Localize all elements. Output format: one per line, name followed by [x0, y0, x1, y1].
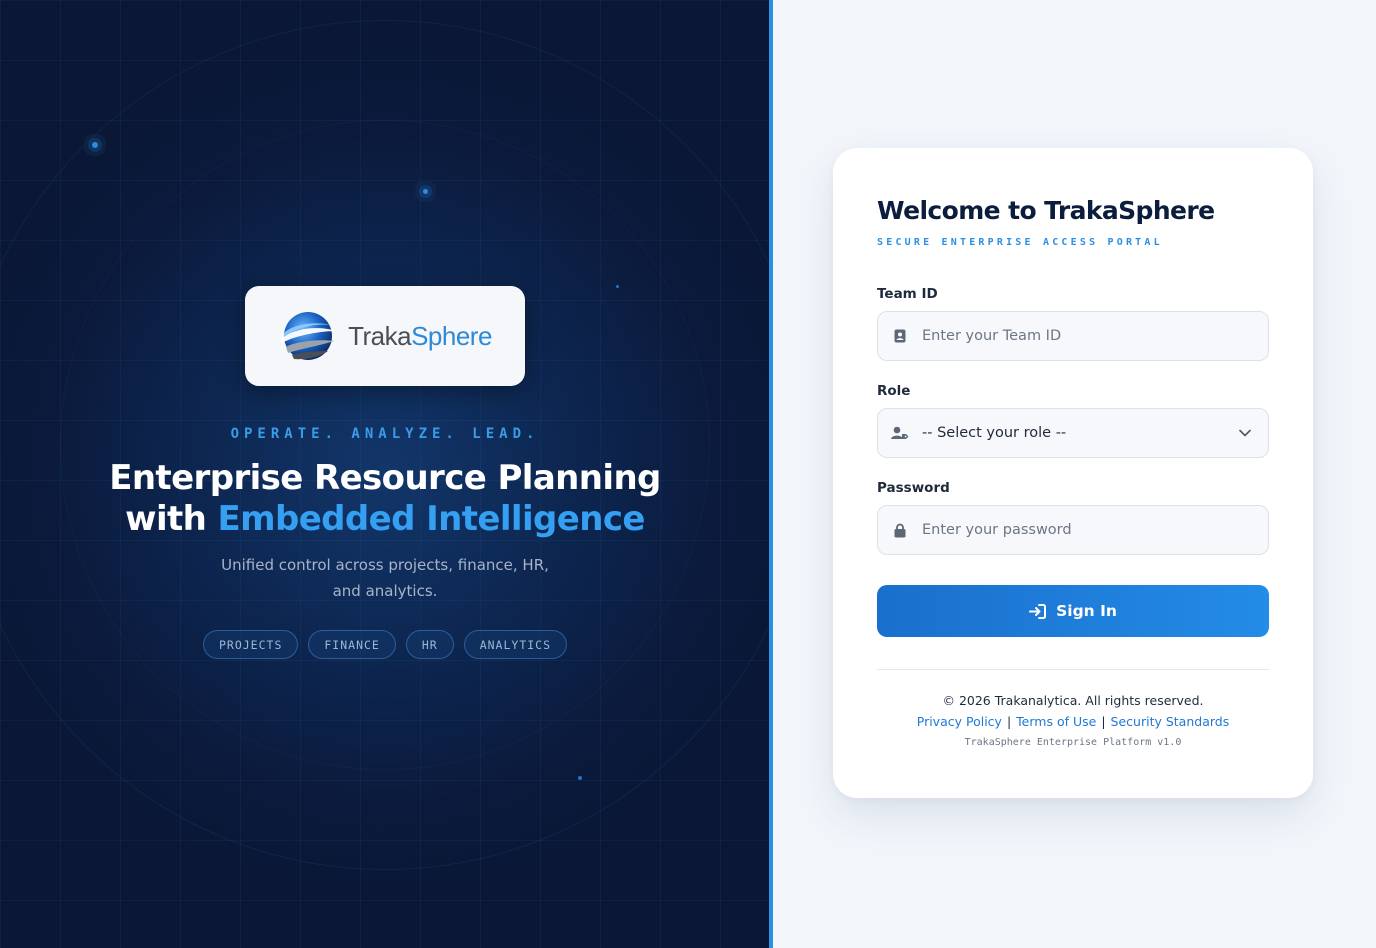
hero-node-dot — [578, 776, 582, 780]
team-id-label: Team ID — [877, 286, 938, 302]
password-input[interactable] — [922, 506, 1268, 554]
password-field[interactable] — [877, 505, 1269, 555]
chip-finance: FINANCE — [308, 630, 396, 659]
team-id-field[interactable] — [877, 311, 1269, 361]
sign-in-label: Sign In — [1056, 602, 1117, 620]
hero-headline-line2: with Embedded Intelligence — [0, 499, 770, 540]
brand-name-part1: Traka — [348, 320, 412, 351]
hero-panel: TrakaSphere OPERATE. ANALYZE. LEAD. Ente… — [0, 0, 770, 948]
chip-analytics: ANALYTICS — [463, 630, 568, 659]
hero-tagline: OPERATE. ANALYZE. LEAD. — [230, 426, 540, 442]
team-id-input[interactable] — [922, 312, 1268, 360]
hero-ring-inner — [60, 120, 710, 770]
hero-feature-chips: PROJECTS FINANCE HR ANALYTICS — [0, 630, 770, 659]
copyright-text: © 2026 Trakanalytica. All rights reserve… — [942, 693, 1204, 708]
chip-hr: HR — [405, 630, 454, 659]
hero-subcopy: Unified control across projects, finance… — [221, 556, 549, 600]
chip-projects: PROJECTS — [202, 630, 299, 659]
panel-divider — [769, 0, 773, 948]
privacy-policy-link[interactable]: Privacy Policy — [917, 714, 1002, 729]
role-label: Role — [877, 383, 911, 399]
hero-node-dot — [423, 189, 428, 194]
role-select[interactable]: -- Select your role -- — [877, 408, 1269, 458]
user-tag-icon — [878, 426, 922, 440]
brand-name-part2: Sphere — [411, 320, 492, 351]
hero-headline-accent: Embedded Intelligence — [217, 499, 646, 539]
platform-version: TrakaSphere Enterprise Platform v1.0 — [964, 737, 1182, 748]
hero-node-dot — [616, 285, 619, 288]
role-selected-value: -- Select your role -- — [922, 425, 1067, 441]
security-standards-link[interactable]: Security Standards — [1111, 714, 1230, 729]
brand-wordmark: TrakaSphere — [348, 321, 492, 352]
footer-divider — [877, 669, 1269, 670]
hero-headline-line1: Enterprise Resource Planning — [109, 458, 661, 498]
id-card-icon — [878, 329, 922, 343]
terms-of-use-link[interactable]: Terms of Use — [1016, 714, 1096, 729]
login-card: Welcome to TrakaSphere SECURE ENTERPRISE… — [833, 148, 1313, 798]
hero-headline-prefix: with — [125, 499, 218, 539]
footer-links: Privacy Policy | Terms of Use | Security Sta… — [916, 714, 1230, 729]
globe-logo-icon — [282, 312, 337, 360]
lock-icon — [878, 523, 922, 538]
password-label: Password — [877, 480, 950, 496]
sign-in-icon — [1029, 603, 1047, 619]
sign-in-button[interactable]: Sign In — [877, 585, 1269, 637]
login-subtitle: SECURE ENTERPRISE ACCESS PORTAL — [877, 237, 1163, 248]
brand-logo-card: TrakaSphere — [245, 286, 525, 386]
chevron-down-icon[interactable] — [1222, 429, 1268, 437]
hero-headline: Enterprise Resource Planning with Embedd… — [0, 458, 770, 540]
login-title: Welcome to TrakaSphere — [877, 196, 1215, 225]
hero-node-dot — [92, 142, 98, 148]
